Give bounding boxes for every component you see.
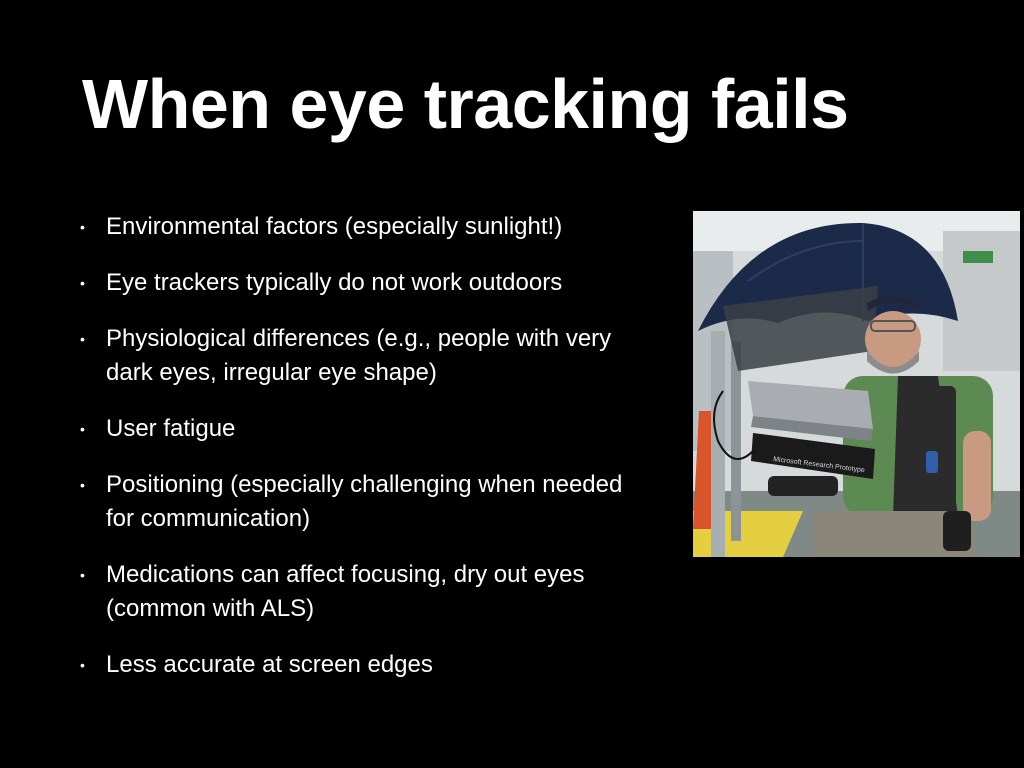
bullet-text: Less accurate at screen edges	[106, 651, 433, 678]
bullet-icon: •	[80, 421, 85, 437]
wheelchair-armrest	[768, 476, 838, 496]
bullet-icon: •	[80, 657, 85, 673]
bullet-item: • Physiological differences (e.g., peopl…	[80, 322, 650, 390]
mount-pole-rear	[731, 341, 741, 541]
water-bottle	[926, 451, 938, 473]
bullet-text: Environmental factors (especially sunlig…	[106, 213, 563, 240]
bullet-text: Medications can affect focusing, dry out…	[106, 561, 585, 622]
bullet-item: • Eye trackers typically do not work out…	[80, 266, 650, 300]
bullet-item: • Medications can affect focusing, dry o…	[80, 558, 650, 626]
bullet-icon: •	[80, 219, 85, 235]
bullet-list: • Environmental factors (especially sunl…	[80, 210, 650, 704]
person-arm	[963, 431, 991, 521]
bullet-item: • Environmental factors (especially sunl…	[80, 210, 650, 244]
bullet-text: Eye trackers typically do not work outdo…	[106, 269, 563, 296]
wheelchair-joystick	[943, 511, 971, 551]
bullet-icon: •	[80, 275, 85, 291]
bullet-icon: •	[80, 567, 85, 583]
bullet-text: Positioning (especially challenging when…	[106, 471, 623, 532]
bullet-text: Physiological differences (e.g., people …	[106, 325, 612, 386]
slide: When eye tracking fails • Environmental …	[0, 0, 1024, 768]
photo-illustration: Microsoft Research Prototype	[693, 211, 1020, 557]
exit-sign	[963, 251, 993, 263]
bullet-item: • User fatigue	[80, 412, 650, 446]
bullet-item: • Less accurate at screen edges	[80, 648, 650, 682]
slide-title: When eye tracking fails	[82, 65, 849, 143]
mount-pole	[711, 331, 725, 557]
bullet-text: User fatigue	[106, 415, 236, 442]
bullet-item: • Positioning (especially challenging wh…	[80, 468, 650, 536]
vest-pocket	[928, 386, 956, 506]
bullet-icon: •	[80, 477, 85, 493]
eye-tracker-photo: Microsoft Research Prototype	[693, 211, 1020, 557]
bullet-icon: •	[80, 331, 85, 347]
